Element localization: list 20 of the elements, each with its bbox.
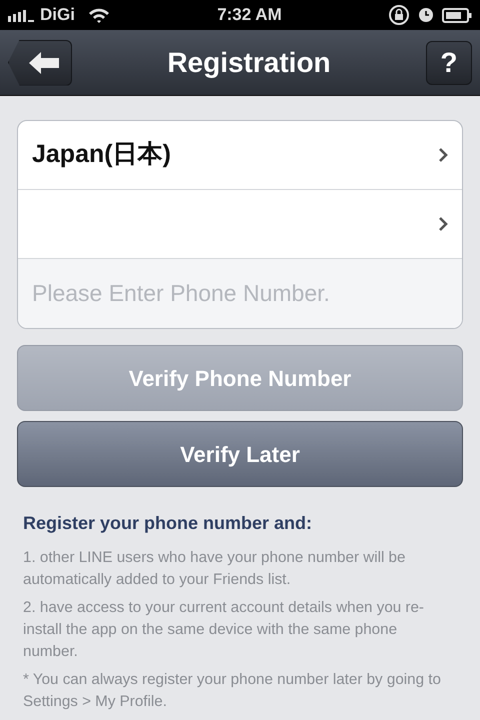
country-selector[interactable]: Japan(日本) bbox=[18, 121, 462, 190]
verify-button[interactable]: Verify Later bbox=[17, 421, 463, 487]
signal-icon bbox=[8, 8, 36, 22]
battery-icon bbox=[442, 8, 472, 22]
chevron-icon bbox=[438, 147, 448, 163]
back-button[interactable] bbox=[8, 40, 72, 86]
phone-number-field[interactable]: Please Enter Phone Number. bbox=[18, 259, 462, 328]
carrier-name: DiGi bbox=[40, 4, 75, 26]
info-paragraph: 2. have access to your current account details when you re-install the app on the same device with the same phone number. bbox=[23, 598, 425, 662]
info-paragraph: * You can always register your phone number later by going to Settings > My Profile. bbox=[23, 670, 442, 712]
alarm-icon bbox=[418, 7, 434, 23]
clock-time: 7:32 AM bbox=[217, 4, 282, 26]
help-button[interactable]: ? bbox=[426, 40, 472, 84]
back-arrow-icon bbox=[29, 52, 59, 74]
screen-title: Registration bbox=[167, 46, 331, 80]
info-paragraph: 1. other LINE users who have your phone number will be automatically added to your Friends list. bbox=[23, 548, 406, 590]
info-heading: Register your phone number and: bbox=[23, 513, 314, 535]
rotation-lock-icon bbox=[388, 4, 410, 26]
chevron-icon bbox=[438, 216, 448, 232]
wifi-icon bbox=[86, 7, 111, 23]
